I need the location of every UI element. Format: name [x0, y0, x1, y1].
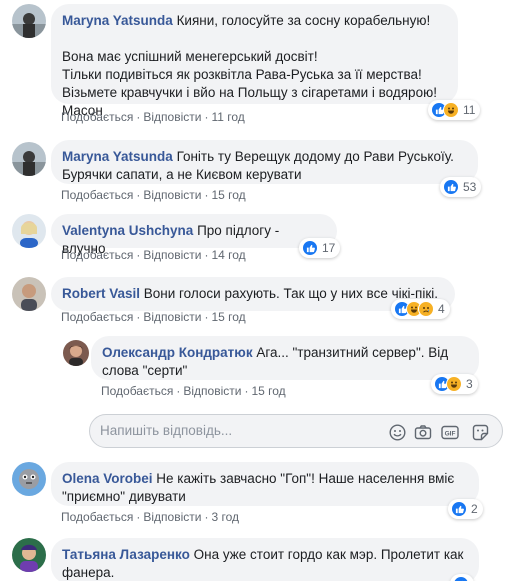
comment-time[interactable]: 15 год — [211, 188, 245, 202]
avatar[interactable] — [63, 340, 89, 366]
reply-link[interactable]: Відповісти — [143, 188, 201, 202]
comment-author[interactable]: Татьяна Лазаренко — [62, 547, 190, 562]
comment-time[interactable]: 3 год — [211, 510, 239, 524]
comment-time[interactable]: 11 год — [211, 110, 244, 124]
comment-actions: Подобається · Відповісти · 15 год — [101, 384, 286, 398]
reaction-summary[interactable]: 11 — [428, 100, 481, 120]
reply-input[interactable] — [100, 423, 380, 438]
sad-reaction-icon — [418, 301, 434, 317]
reply-link[interactable]: Відповісти — [143, 510, 201, 524]
like-link[interactable]: Подобається — [101, 384, 173, 398]
reaction-summary[interactable]: 2 — [448, 499, 483, 519]
comment-bubble: Олександр Кондратюк Ага... "транзитний с… — [91, 336, 479, 380]
reaction-summary[interactable]: 53 — [440, 177, 482, 197]
comment-actions: Подобається · Відповісти · 14 год — [61, 248, 246, 262]
reaction-count: 4 — [438, 302, 445, 316]
comment-author[interactable]: Robert Vasil — [62, 286, 140, 301]
avatar[interactable] — [12, 277, 46, 311]
reaction-count: 3 — [466, 377, 473, 391]
comment-bubble: Olena Vorobei Не кажіть завчасно "Гоп"! … — [51, 462, 479, 506]
comment-time[interactable]: 15 год — [211, 310, 245, 324]
comment-bubble: Maryna Yatsunda Гоніть ту Верещук додому… — [51, 140, 478, 184]
comment-bubble: Valentyna Ushchyna Про підлогу - влучно — [51, 214, 337, 256]
like-reaction-icon — [443, 179, 459, 195]
like-link[interactable]: Подобається — [61, 248, 133, 262]
like-reaction-icon — [451, 501, 467, 517]
reaction-summary[interactable]: 3 — [431, 374, 478, 394]
comment-author[interactable]: Olena Vorobei — [62, 471, 153, 486]
emoji-icon[interactable] — [388, 423, 406, 441]
camera-icon[interactable] — [414, 423, 432, 441]
reaction-count: 2 — [471, 502, 478, 516]
comment-bubble: Татьяна Лазаренко Она уже стоит гордо ка… — [51, 538, 479, 581]
like-link[interactable]: Подобається — [61, 310, 133, 324]
comment-text: Вони голоси рахують. Так що у них все чі… — [143, 286, 438, 301]
comment-actions: Подобається · Відповісти · 15 год — [61, 188, 246, 202]
comment-time[interactable]: 14 год — [211, 248, 245, 262]
reply-link[interactable]: Відповісти — [143, 248, 201, 262]
comment-author[interactable]: Maryna Yatsunda — [62, 149, 173, 164]
reply-link[interactable]: Відповісти — [143, 310, 201, 324]
like-link[interactable]: Подобається — [61, 510, 133, 524]
reaction-count: 53 — [463, 180, 477, 194]
reaction-summary[interactable]: 17 — [299, 238, 341, 258]
avatar[interactable] — [12, 538, 46, 572]
like-link[interactable]: Подобається — [61, 188, 133, 202]
comment-time[interactable]: 15 год — [251, 384, 285, 398]
like-reaction-icon — [453, 576, 469, 581]
reaction-summary[interactable]: 4 — [391, 299, 450, 319]
sticker-icon[interactable] — [471, 423, 489, 441]
like-link[interactable]: Подобається — [61, 110, 133, 124]
comment-text: Кияни, голосуйте за сосну корабельную! В… — [62, 13, 437, 118]
comment-author[interactable]: Valentyna Ushchyna — [62, 223, 193, 238]
comment-actions: Подобається · Відповісти · 3 год — [61, 510, 239, 524]
svg-text:GIF: GIF — [445, 430, 456, 437]
comment-actions: Подобається · Відповісти · 11 год — [61, 110, 245, 124]
avatar[interactable] — [12, 142, 46, 176]
reply-box: GIF — [89, 414, 503, 448]
comment-actions: Подобається · Відповісти · 15 год — [61, 310, 246, 324]
haha-reaction-icon — [446, 376, 462, 392]
reaction-count: 17 — [322, 241, 336, 255]
avatar[interactable] — [12, 462, 46, 496]
avatar[interactable] — [12, 4, 46, 38]
reaction-count: 11 — [463, 103, 476, 117]
haha-reaction-icon — [443, 102, 459, 118]
comment-author[interactable]: Олександр Кондратюк — [102, 345, 253, 360]
reply-link[interactable]: Відповісти — [143, 110, 201, 124]
comment-bubble: Maryna Yatsunda Кияни, голосуйте за сосн… — [51, 4, 458, 118]
gif-icon[interactable]: GIF — [441, 423, 459, 441]
reply-link[interactable]: Відповісти — [183, 384, 241, 398]
avatar[interactable] — [12, 214, 46, 248]
comment-author[interactable]: Maryna Yatsunda — [62, 13, 173, 28]
like-reaction-icon — [302, 240, 318, 256]
